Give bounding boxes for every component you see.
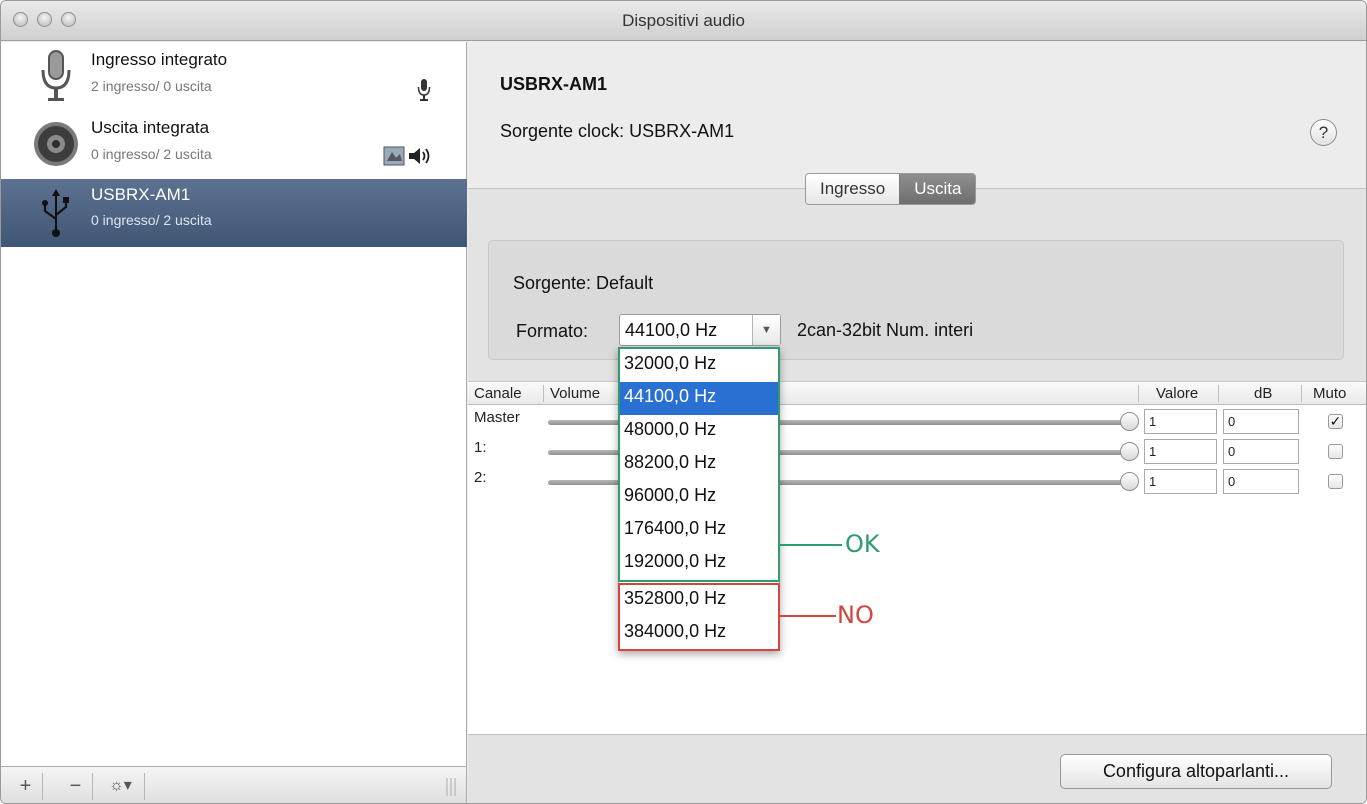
chevron-down-icon[interactable]: ▼: [752, 315, 780, 345]
db-field[interactable]: 0: [1223, 439, 1299, 464]
value-field[interactable]: 1: [1144, 409, 1217, 434]
ok-annotation-label: OK: [845, 530, 880, 558]
channel-label: Master: [474, 409, 520, 426]
menu-item-88200[interactable]: 88200,0 Hz: [619, 448, 779, 481]
no-annotation-label: NO: [837, 601, 874, 629]
db-field[interactable]: 0: [1223, 409, 1299, 434]
menu-item-176400[interactable]: 176400,0 Hz: [619, 514, 779, 547]
device-name: Ingresso integrato: [91, 50, 228, 69]
microphone-small-icon: [417, 79, 431, 101]
db-field[interactable]: 0: [1223, 469, 1299, 494]
menu-item-352800[interactable]: 352800,0 Hz: [619, 584, 779, 617]
remove-device-button[interactable]: −: [59, 773, 93, 800]
volume-slider-knob[interactable]: [1120, 472, 1139, 491]
menu-item-192000[interactable]: 192000,0 Hz: [619, 547, 779, 580]
format-label: Formato:: [516, 321, 589, 341]
io-tab-control: Ingresso Uscita: [805, 173, 977, 205]
table-row-channel-1: 1: 1 0: [468, 437, 1366, 467]
volume-slider-knob[interactable]: [1120, 442, 1139, 461]
column-header-valore[interactable]: Valore: [1156, 385, 1198, 402]
ok-annotation-line: [780, 544, 842, 546]
format-description: 2can-32bit Num. interi: [797, 320, 974, 340]
device-item-built-in-input[interactable]: Ingresso integrato 2 ingresso/ 0 uscita: [1, 42, 467, 110]
add-device-button[interactable]: +: [9, 773, 43, 800]
column-divider: [543, 385, 544, 402]
tab-ingresso[interactable]: Ingresso: [806, 174, 900, 204]
mute-checkbox[interactable]: [1328, 444, 1343, 459]
value-field[interactable]: 1: [1144, 469, 1217, 494]
format-popup-value: 44100,0 Hz: [625, 320, 718, 340]
menu-item-44100[interactable]: 44100,0 Hz: [619, 382, 779, 415]
table-row-master: Master 1 0 ✓: [468, 407, 1366, 437]
menu-item-384000[interactable]: 384000,0 Hz: [619, 617, 779, 650]
device-item-usbrx-am1[interactable]: USBRX-AM1 0 ingresso/ 2 uscita: [1, 179, 467, 247]
microphone-icon: [41, 50, 71, 101]
usb-icon: [42, 189, 69, 237]
bottom-bar: Configura altoparlanti...: [468, 734, 1366, 803]
mute-checkbox[interactable]: [1328, 474, 1343, 489]
device-io: 0 ingresso/ 2 uscita: [91, 212, 212, 228]
title-bar: Dispositivi audio: [1, 1, 1366, 41]
device-list: Ingresso integrato 2 ingresso/ 0 uscita …: [1, 42, 467, 766]
value-field[interactable]: 1: [1144, 439, 1217, 464]
format-dropdown-menu: 32000,0 Hz 44100,0 Hz 48000,0 Hz 88200,0…: [618, 347, 780, 651]
format-group-box: Sorgente: Default Formato: 44100,0 Hz ▼ …: [488, 240, 1344, 360]
no-annotation-line: [780, 615, 836, 617]
device-io: 0 ingresso/ 2 uscita: [91, 146, 212, 162]
device-io: 2 ingresso/ 0 uscita: [91, 78, 212, 94]
column-divider: [1138, 385, 1139, 402]
column-header-db[interactable]: dB: [1254, 385, 1272, 402]
menu-item-96000[interactable]: 96000,0 Hz: [619, 481, 779, 514]
help-button[interactable]: ?: [1310, 119, 1337, 146]
resize-grip-icon[interactable]: [446, 778, 456, 796]
menu-item-48000[interactable]: 48000,0 Hz: [619, 415, 779, 448]
finder-icon: [383, 146, 405, 166]
column-header-canale[interactable]: Canale: [474, 385, 522, 402]
channel-volume-table: Canale Volume Valore dB Muto Master 1 0 …: [468, 381, 1366, 734]
column-divider: [1301, 385, 1302, 402]
speaker-small-icon: [409, 148, 430, 164]
menu-item-32000[interactable]: 32000,0 Hz: [619, 349, 779, 382]
channel-label: 1:: [474, 439, 487, 456]
sidebar-toolbar: + − ☼▾: [1, 766, 467, 803]
column-header-volume[interactable]: Volume: [550, 385, 600, 402]
clock-source-label: Sorgente clock: USBRX-AM1: [500, 121, 735, 141]
mute-checkbox[interactable]: ✓: [1328, 414, 1343, 429]
speaker-icon: [34, 122, 78, 166]
volume-slider-knob[interactable]: [1120, 412, 1139, 431]
column-divider: [1218, 385, 1219, 402]
source-label: Sorgente: Default: [513, 273, 654, 293]
table-row-channel-2: 2: 1 0: [468, 467, 1366, 497]
device-item-built-in-output[interactable]: Uscita integrata 0 ingresso/ 2 uscita: [1, 110, 467, 178]
device-detail-panel: USBRX-AM1 Sorgente clock: USBRX-AM1 ? In…: [468, 42, 1366, 803]
format-popup[interactable]: 44100,0 Hz ▼: [619, 314, 781, 346]
configure-speakers-button[interactable]: Configura altoparlanti...: [1060, 754, 1332, 789]
audio-devices-window: Dispositivi audio Ingresso integrato 2 i…: [0, 0, 1367, 804]
device-name: USBRX-AM1: [91, 185, 191, 204]
device-title: USBRX-AM1: [500, 74, 608, 94]
column-header-muto[interactable]: Muto: [1313, 385, 1346, 402]
table-header: Canale Volume Valore dB Muto: [468, 381, 1366, 405]
channel-label: 2:: [474, 469, 487, 486]
gear-menu-button[interactable]: ☼▾: [97, 773, 145, 800]
window-title: Dispositivi audio: [622, 11, 745, 30]
tab-uscita[interactable]: Uscita: [899, 174, 976, 204]
device-name: Uscita integrata: [91, 118, 210, 137]
